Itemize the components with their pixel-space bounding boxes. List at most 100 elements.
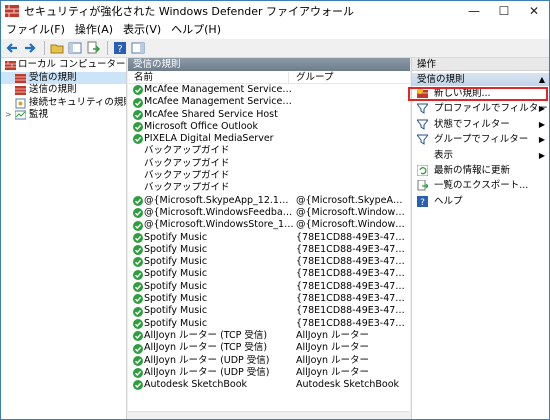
table-row[interactable]: Spotify Music {78E1CD88-49E3-476E-B926-..… xyxy=(128,281,410,293)
minimize-button[interactable]: — xyxy=(459,1,489,21)
table-row[interactable]: Spotify Music {78E1CD88-49E3-476E-B926-..… xyxy=(128,305,410,317)
submenu-arrow-icon: ▶ xyxy=(538,135,545,145)
refresh-icon xyxy=(417,164,428,176)
console-tree: ローカル コンピューター のセキュリティ 受信の規則 送信の規則 接続セキュリテ… xyxy=(1,58,127,419)
rule-group: {78E1CD88-49E3-476E-B926-... xyxy=(296,280,408,292)
help-button[interactable]: ? xyxy=(112,40,128,56)
forward-button[interactable] xyxy=(22,40,38,56)
expand-arrow-icon[interactable]: > xyxy=(5,109,12,122)
rule-group: {78E1CD88-49E3-476E-B926-... xyxy=(296,305,408,317)
menu-action[interactable]: 操作(A) xyxy=(70,21,118,39)
menu-help[interactable]: ヘルプ(H) xyxy=(166,21,226,39)
column-header: 名前 グループ xyxy=(128,71,410,84)
table-row[interactable]: バックアップガイド xyxy=(128,170,410,182)
table-row[interactable]: AllJoyn ルーター (UDP 受信) AllJoyn ルーター xyxy=(128,355,410,367)
outbound-rules-icon xyxy=(15,86,26,96)
rule-name: Microsoft Office Outlook xyxy=(144,120,258,132)
table-row[interactable]: Spotify Music {78E1CD88-49E3-476E-B926-..… xyxy=(128,318,410,330)
filter-icon xyxy=(417,134,428,146)
rule-name: Spotify Music xyxy=(144,293,208,305)
enabled-check-icon xyxy=(133,343,143,354)
table-row[interactable]: Spotify Music {78E1CD88-49E3-476E-B926-..… xyxy=(128,256,410,268)
tree-item-connection-security[interactable]: 接続セキュリティの規則 xyxy=(1,97,126,110)
rule-group: {78E1CD88-49E3-476E-B926-... xyxy=(296,256,408,268)
rule-name: PIXELA Digital MediaServer xyxy=(144,133,274,145)
action-help[interactable]: ? ヘルプ xyxy=(412,194,549,209)
table-row[interactable]: Spotify Music {78E1CD88-49E3-476E-B926-..… xyxy=(128,268,410,280)
table-row[interactable]: PIXELA Digital MediaServer xyxy=(128,133,410,145)
enabled-check-icon xyxy=(133,97,143,108)
close-button[interactable]: ✕ xyxy=(519,1,549,21)
rule-name: Spotify Music xyxy=(144,280,208,292)
table-row[interactable]: AllJoyn ルーター (TCP 受信) AllJoyn ルーター xyxy=(128,330,410,342)
rule-name: バックアップガイド xyxy=(144,170,230,182)
tree-item-outbound-rules[interactable]: 送信の規則 xyxy=(1,84,126,97)
column-name[interactable]: 名前 xyxy=(134,71,153,84)
table-row[interactable]: Spotify Music {78E1CD88-49E3-476E-B926-..… xyxy=(128,232,410,244)
table-row[interactable]: McAfee Management Service Host (x86) xyxy=(128,96,410,108)
column-group[interactable]: グループ xyxy=(296,71,333,84)
rule-name: バックアップガイド xyxy=(144,157,230,169)
table-row[interactable]: Spotify Music {78E1CD88-49E3-476E-B926-..… xyxy=(128,293,410,305)
rule-name: McAfee Shared Service Host xyxy=(144,108,278,120)
maximize-button[interactable]: ☐ xyxy=(489,1,519,21)
menu-file[interactable]: ファイル(F) xyxy=(1,21,70,39)
horizontal-scrollbar[interactable] xyxy=(128,411,410,419)
column-divider[interactable] xyxy=(288,72,289,83)
enabled-check-icon xyxy=(133,282,143,293)
actions-list: 新しい規則... プロファイルでフィルター ▶ 状態でフィルター ▶ グループでフィルター… xyxy=(412,86,549,209)
table-row[interactable]: Microsoft Office Outlook xyxy=(128,121,410,133)
action-view[interactable]: 表示 ▶ xyxy=(412,148,549,163)
table-row[interactable]: Spotify Music {78E1CD88-49E3-476E-B926-..… xyxy=(128,244,410,256)
back-arrow-icon xyxy=(6,43,17,53)
table-row[interactable]: McAfee Management Service Host (x64) xyxy=(128,84,410,96)
enabled-check-icon xyxy=(133,355,143,366)
action-new-rule[interactable]: 新しい規則... xyxy=(412,86,549,101)
collapse-arrow-icon[interactable]: ▲ xyxy=(539,73,545,86)
help-icon: ? xyxy=(417,195,428,207)
table-row[interactable]: @{Microsoft.WindowsFeedbackHub_1.17...@{… xyxy=(128,207,410,219)
export-list-icon xyxy=(87,41,100,54)
action-export-list[interactable]: 一覧のエクスポート... xyxy=(412,178,549,193)
toolbar-separator xyxy=(44,41,45,55)
enabled-check-icon xyxy=(133,368,143,379)
actions-section-label: 受信の規則 xyxy=(417,74,465,85)
help-icon: ? xyxy=(114,42,126,55)
back-button[interactable] xyxy=(4,40,20,56)
tree-item-label: 受信の規則 xyxy=(29,71,77,83)
enabled-check-icon xyxy=(133,331,143,342)
enabled-check-icon xyxy=(133,85,143,96)
rule-group: AllJoyn ルーター xyxy=(296,329,370,341)
rule-name: @{Microsoft.WindowsStore_11802.1001.8... xyxy=(144,219,294,231)
tree-root[interactable]: ローカル コンピューター のセキュリティ xyxy=(1,59,126,72)
table-row[interactable]: バックアップガイド xyxy=(128,158,410,170)
action-filter-profile[interactable]: プロファイルでフィルター ▶ xyxy=(412,101,549,116)
show-hide-tree-button[interactable] xyxy=(67,40,83,56)
export-button[interactable] xyxy=(85,40,101,56)
tree-item-label: 送信の規則 xyxy=(29,84,77,96)
rule-name: Spotify Music xyxy=(144,317,208,329)
menu-view[interactable]: 表示(V) xyxy=(118,21,166,39)
table-row[interactable]: McAfee Shared Service Host xyxy=(128,109,410,121)
table-row[interactable]: @{Microsoft.WindowsStore_11802.1001.8...… xyxy=(128,219,410,231)
table-row[interactable]: @{Microsoft.SkypeApp_12.1807.264.0_x6...… xyxy=(128,195,410,207)
tree-item-monitoring[interactable]: > 監視 xyxy=(1,109,126,122)
table-row[interactable]: AllJoyn ルーター (TCP 受信) AllJoyn ルーター xyxy=(128,342,410,354)
rule-name: @{Microsoft.WindowsFeedbackHub_1.17... xyxy=(144,206,294,218)
tree-item-inbound-rules[interactable]: 受信の規則 xyxy=(1,71,126,85)
action-filter-state[interactable]: 状態でフィルター ▶ xyxy=(412,117,549,132)
table-row[interactable]: Autodesk SketchBook Autodesk SketchBook xyxy=(128,379,410,391)
enabled-check-icon xyxy=(133,220,143,231)
table-row[interactable]: バックアップガイド xyxy=(128,182,410,194)
rule-name: Autodesk SketchBook xyxy=(144,379,248,391)
action-filter-group[interactable]: グループでフィルター ▶ xyxy=(412,132,549,147)
connection-security-icon xyxy=(15,98,26,109)
action-pane-button[interactable] xyxy=(130,40,146,56)
up-folder-button[interactable] xyxy=(49,40,65,56)
actions-section-inbound-rules[interactable]: 受信の規則 ▲ xyxy=(412,73,549,86)
table-row[interactable]: AllJoyn ルーター (UDP 受信) AllJoyn ルーター xyxy=(128,367,410,379)
enabled-check-icon xyxy=(133,245,143,256)
action-refresh[interactable]: 最新の情報に更新 xyxy=(412,163,549,178)
enabled-check-icon xyxy=(133,195,143,206)
table-row[interactable]: バックアップガイド xyxy=(128,145,410,157)
